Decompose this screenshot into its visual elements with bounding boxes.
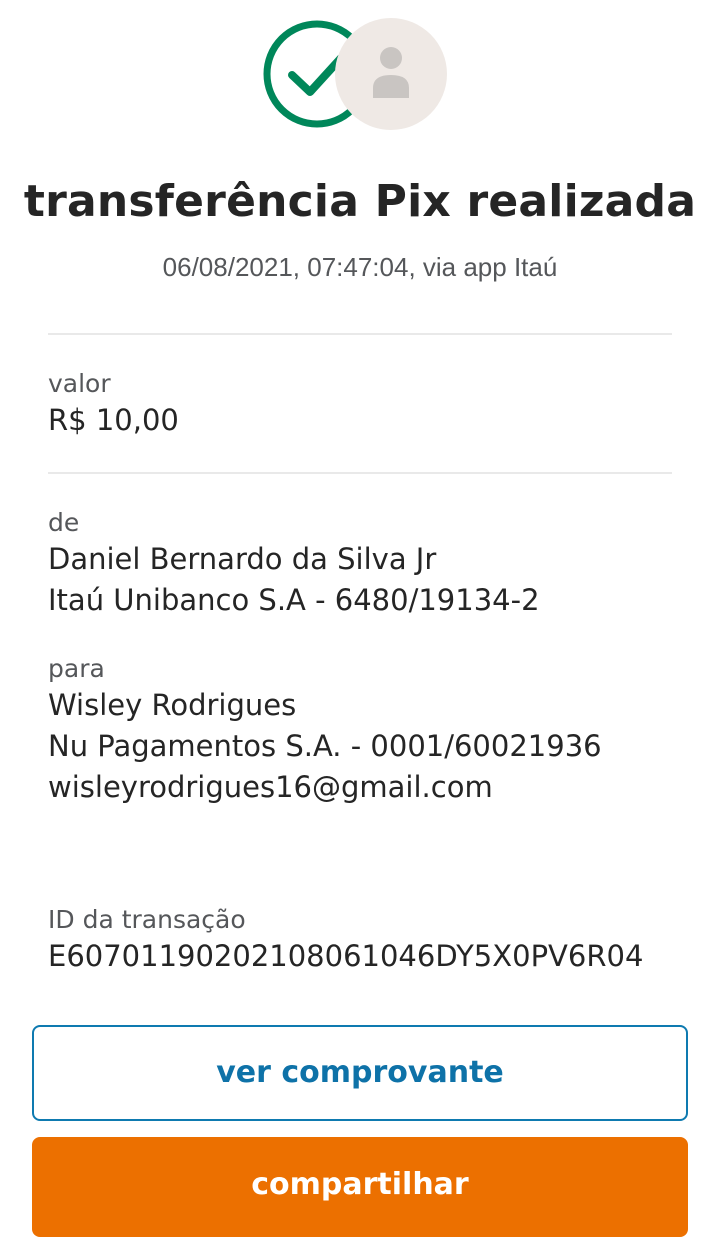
from-name: Daniel Bernardo da Silva Jr [48, 542, 437, 576]
share-button[interactable]: compartilhar [32, 1137, 688, 1237]
status-icon-group [261, 18, 447, 130]
to-pix-key: wisleyrodrigues16@gmail.com [48, 770, 493, 804]
transaction-id-label: ID da transação [48, 905, 246, 934]
amount-value: R$ 10,00 [48, 403, 179, 437]
from-bank: Itaú Unibanco S.A - 6480/19134-2 [48, 583, 540, 617]
from-label: de [48, 508, 80, 537]
to-bank: Nu Pagamentos S.A. - 0001/60021936 [48, 729, 602, 763]
transaction-datetime: 06/08/2021, 07:47:04, via app Itaú [162, 252, 558, 282]
person-icon [373, 47, 409, 98]
divider [48, 333, 672, 335]
amount-label: valor [48, 369, 111, 398]
view-receipt-button[interactable]: ver comprovante [32, 1025, 688, 1121]
avatar [335, 18, 447, 130]
transaction-id-value: E60701190202108061046DY5X0PV6R04 [48, 939, 644, 973]
to-label: para [48, 654, 105, 683]
to-name: Wisley Rodrigues [48, 688, 297, 722]
divider [48, 472, 672, 474]
page-title: transferência Pix realizada [23, 176, 697, 227]
